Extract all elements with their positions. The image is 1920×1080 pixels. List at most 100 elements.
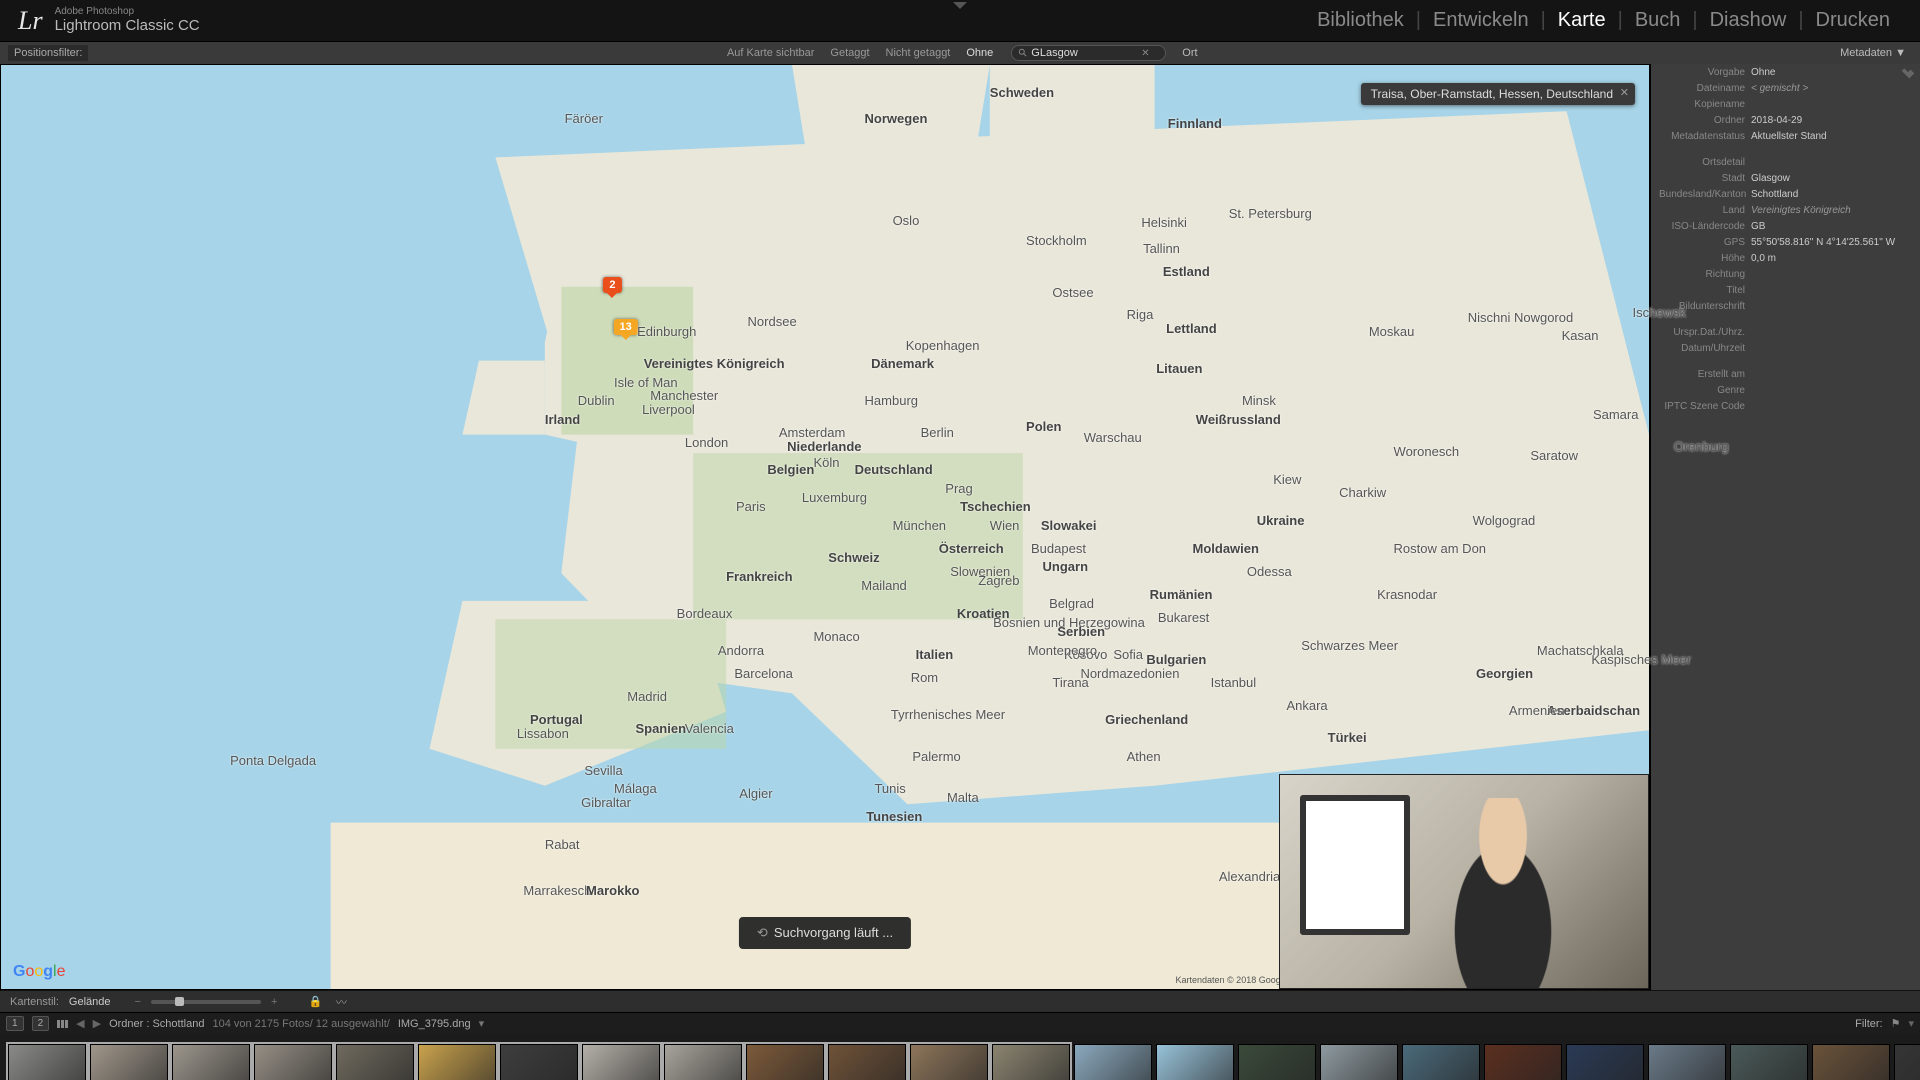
- metadata-value[interactable]: Aktuellster Stand: [1751, 131, 1912, 142]
- location-result-chip[interactable]: Traisa, Ober-Ramstadt, Hessen, Deutschla…: [1361, 83, 1635, 105]
- map-canvas[interactable]: 213 SchwedenFinnlandNorwegenFäröerHelsin…: [0, 64, 1650, 990]
- metadata-value[interactable]: Schottland: [1751, 189, 1912, 200]
- filmstrip-thumb[interactable]: • • • •: [1484, 1044, 1562, 1080]
- metadata-field[interactable]: Höhe0,0 m: [1651, 250, 1920, 266]
- search-progress-toast: ⟲Suchvorgang läuft ...: [739, 917, 911, 949]
- metadata-field[interactable]: Ordner2018-04-29: [1651, 112, 1920, 128]
- map-search-input[interactable]: [1031, 47, 1141, 59]
- location-filter-auf-karte-sichtbar[interactable]: Auf Karte sichtbar: [719, 47, 822, 59]
- filmstrip-thumb[interactable]: • • • •: [1812, 1044, 1890, 1080]
- metadata-field[interactable]: Bildunterschrift: [1651, 298, 1920, 314]
- photo-count: 104 von 2175 Fotos/ 12 ausgewählt/: [212, 1018, 389, 1030]
- second-window-mode-button[interactable]: 2: [32, 1016, 50, 1031]
- metadata-field[interactable]: Ortsdetail: [1651, 154, 1920, 170]
- filmstrip-thumb[interactable]: [8, 1044, 86, 1080]
- metadata-value[interactable]: 55°50'58.816" N 4°14'25.561" W: [1751, 237, 1912, 248]
- metadata-field[interactable]: Genre: [1651, 382, 1920, 398]
- location-filter-label: Positionsfilter:: [8, 45, 88, 61]
- metadata-key: Datum/Uhrzeit: [1659, 343, 1751, 354]
- grid-view-icon[interactable]: [57, 1020, 68, 1028]
- metadata-field[interactable]: ISO-LändercodeGB: [1651, 218, 1920, 234]
- flag-filter-icon[interactable]: ⚑: [1891, 1017, 1901, 1030]
- filmstrip-thumb[interactable]: • • • •: [1320, 1044, 1398, 1080]
- metadata-field[interactable]: Erstellt am: [1651, 366, 1920, 382]
- filmstrip-thumb[interactable]: [992, 1044, 1070, 1080]
- clear-search-icon[interactable]: ✕: [1141, 48, 1149, 59]
- metadata-field[interactable]: MetadatenstatusAktuellster Stand: [1651, 128, 1920, 144]
- filmstrip-thumb[interactable]: [1238, 1044, 1316, 1080]
- panel-expand-top-icon[interactable]: [953, 2, 967, 9]
- metadata-field[interactable]: LandVereinigtes Königreich: [1651, 202, 1920, 218]
- tracklog-icon[interactable]: 〰: [333, 994, 349, 1010]
- module-buch[interactable]: Buch: [1623, 9, 1693, 32]
- filmstrip-thumb[interactable]: • • • •: [1730, 1044, 1808, 1080]
- lock-icon[interactable]: 🔒: [307, 994, 323, 1010]
- metadata-field[interactable]: StadtGlasgow: [1651, 170, 1920, 186]
- map-pin[interactable]: 13: [613, 319, 637, 335]
- filmstrip-thumb[interactable]: [500, 1044, 578, 1080]
- filmstrip-thumb[interactable]: [1156, 1044, 1234, 1080]
- zoom-slider[interactable]: [151, 1000, 261, 1004]
- presenter-webcam-overlay: [1279, 774, 1649, 989]
- metadata-field[interactable]: Bundesland/KantonSchottland: [1651, 186, 1920, 202]
- filmstrip-thumb[interactable]: [336, 1044, 414, 1080]
- metadata-value[interactable]: Ohne: [1751, 67, 1901, 78]
- metadata-panel-toggle[interactable]: Metadaten ▼: [1834, 47, 1912, 59]
- metadata-value[interactable]: < gemischt >: [1751, 83, 1912, 94]
- module-karte[interactable]: Karte: [1546, 9, 1618, 32]
- module-diashow[interactable]: Diashow: [1698, 9, 1799, 32]
- location-filter-getaggt[interactable]: Getaggt: [822, 47, 877, 59]
- module-drucken[interactable]: Drucken: [1804, 9, 1902, 32]
- filmstrip-thumb[interactable]: • • • •: [1566, 1044, 1644, 1080]
- metadata-value[interactable]: Vereinigtes Königreich: [1751, 205, 1912, 216]
- filmstrip-thumb[interactable]: [1402, 1044, 1480, 1080]
- metadata-key: Ortsdetail: [1659, 157, 1751, 168]
- filmstrip-filter-label: Filter:: [1855, 1018, 1883, 1030]
- location-filter-nicht-getaggt[interactable]: Nicht getaggt: [878, 47, 959, 59]
- metadata-key: Höhe: [1659, 253, 1751, 264]
- module-bibliothek[interactable]: Bibliothek: [1305, 9, 1416, 32]
- metadata-value[interactable]: 2018-04-29: [1751, 115, 1912, 126]
- close-icon[interactable]: ✕: [1620, 86, 1629, 99]
- filmstrip-thumb[interactable]: [1894, 1044, 1920, 1080]
- map-style-value[interactable]: Gelände: [69, 996, 111, 1008]
- metadata-field[interactable]: Datum/Uhrzeit: [1651, 340, 1920, 356]
- metadata-field[interactable]: GPS55°50'58.816" N 4°14'25.561" W: [1651, 234, 1920, 250]
- metadata-field[interactable]: Titel: [1651, 282, 1920, 298]
- right-panel-tab-location[interactable]: Ort: [1176, 47, 1203, 59]
- module-entwickeln[interactable]: Entwickeln: [1421, 9, 1541, 32]
- metadata-panel: VorgabeOhne▙Dateiname< gemischt >Kopiena…: [1650, 64, 1920, 990]
- filmstrip-thumb[interactable]: [582, 1044, 660, 1080]
- current-file: IMG_3795.dng: [398, 1018, 471, 1030]
- search-icon: [1018, 48, 1028, 58]
- metadata-field[interactable]: Richtung: [1651, 266, 1920, 282]
- filmstrip-header: 1 2 ◀▶ Ordner : Schottland 104 von 2175 …: [0, 1012, 1920, 1034]
- metadata-field[interactable]: Kopiename: [1651, 96, 1920, 112]
- filmstrip-thumb[interactable]: [418, 1044, 496, 1080]
- filmstrip-thumb[interactable]: [910, 1044, 988, 1080]
- filmstrip-thumb[interactable]: [172, 1044, 250, 1080]
- filmstrip-thumb[interactable]: [254, 1044, 332, 1080]
- metadata-field[interactable]: Dateiname< gemischt >: [1651, 80, 1920, 96]
- filmstrip[interactable]: • • • •• • • •• • • •• • • •• • • •: [0, 1034, 1920, 1080]
- metadata-value[interactable]: 0,0 m: [1751, 253, 1912, 264]
- metadata-key: IPTC Szene Code: [1659, 401, 1751, 412]
- second-window-button[interactable]: 1: [6, 1016, 24, 1031]
- filmstrip-thumb[interactable]: [1074, 1044, 1152, 1080]
- metadata-key: Urspr.Dat./Uhrz.: [1659, 327, 1751, 338]
- map-pin[interactable]: 2: [603, 277, 621, 293]
- filmstrip-thumb[interactable]: [828, 1044, 906, 1080]
- filmstrip-thumb[interactable]: [664, 1044, 742, 1080]
- metadata-field[interactable]: Urspr.Dat./Uhrz.: [1651, 324, 1920, 340]
- metadata-value[interactable]: GB: [1751, 221, 1912, 232]
- filmstrip-thumb[interactable]: [1648, 1044, 1726, 1080]
- filmstrip-thumb[interactable]: [746, 1044, 824, 1080]
- metadata-field[interactable]: VorgabeOhne▙: [1651, 64, 1920, 80]
- metadata-value[interactable]: Glasgow: [1751, 173, 1912, 184]
- metadata-key: Vorgabe: [1659, 67, 1751, 78]
- source-path[interactable]: Ordner : Schottland: [109, 1018, 204, 1030]
- metadata-field[interactable]: IPTC Szene Code: [1651, 398, 1920, 414]
- map-search-field[interactable]: ✕: [1011, 45, 1166, 61]
- filmstrip-thumb[interactable]: [90, 1044, 168, 1080]
- location-filter-ohne[interactable]: Ohne: [958, 47, 1001, 59]
